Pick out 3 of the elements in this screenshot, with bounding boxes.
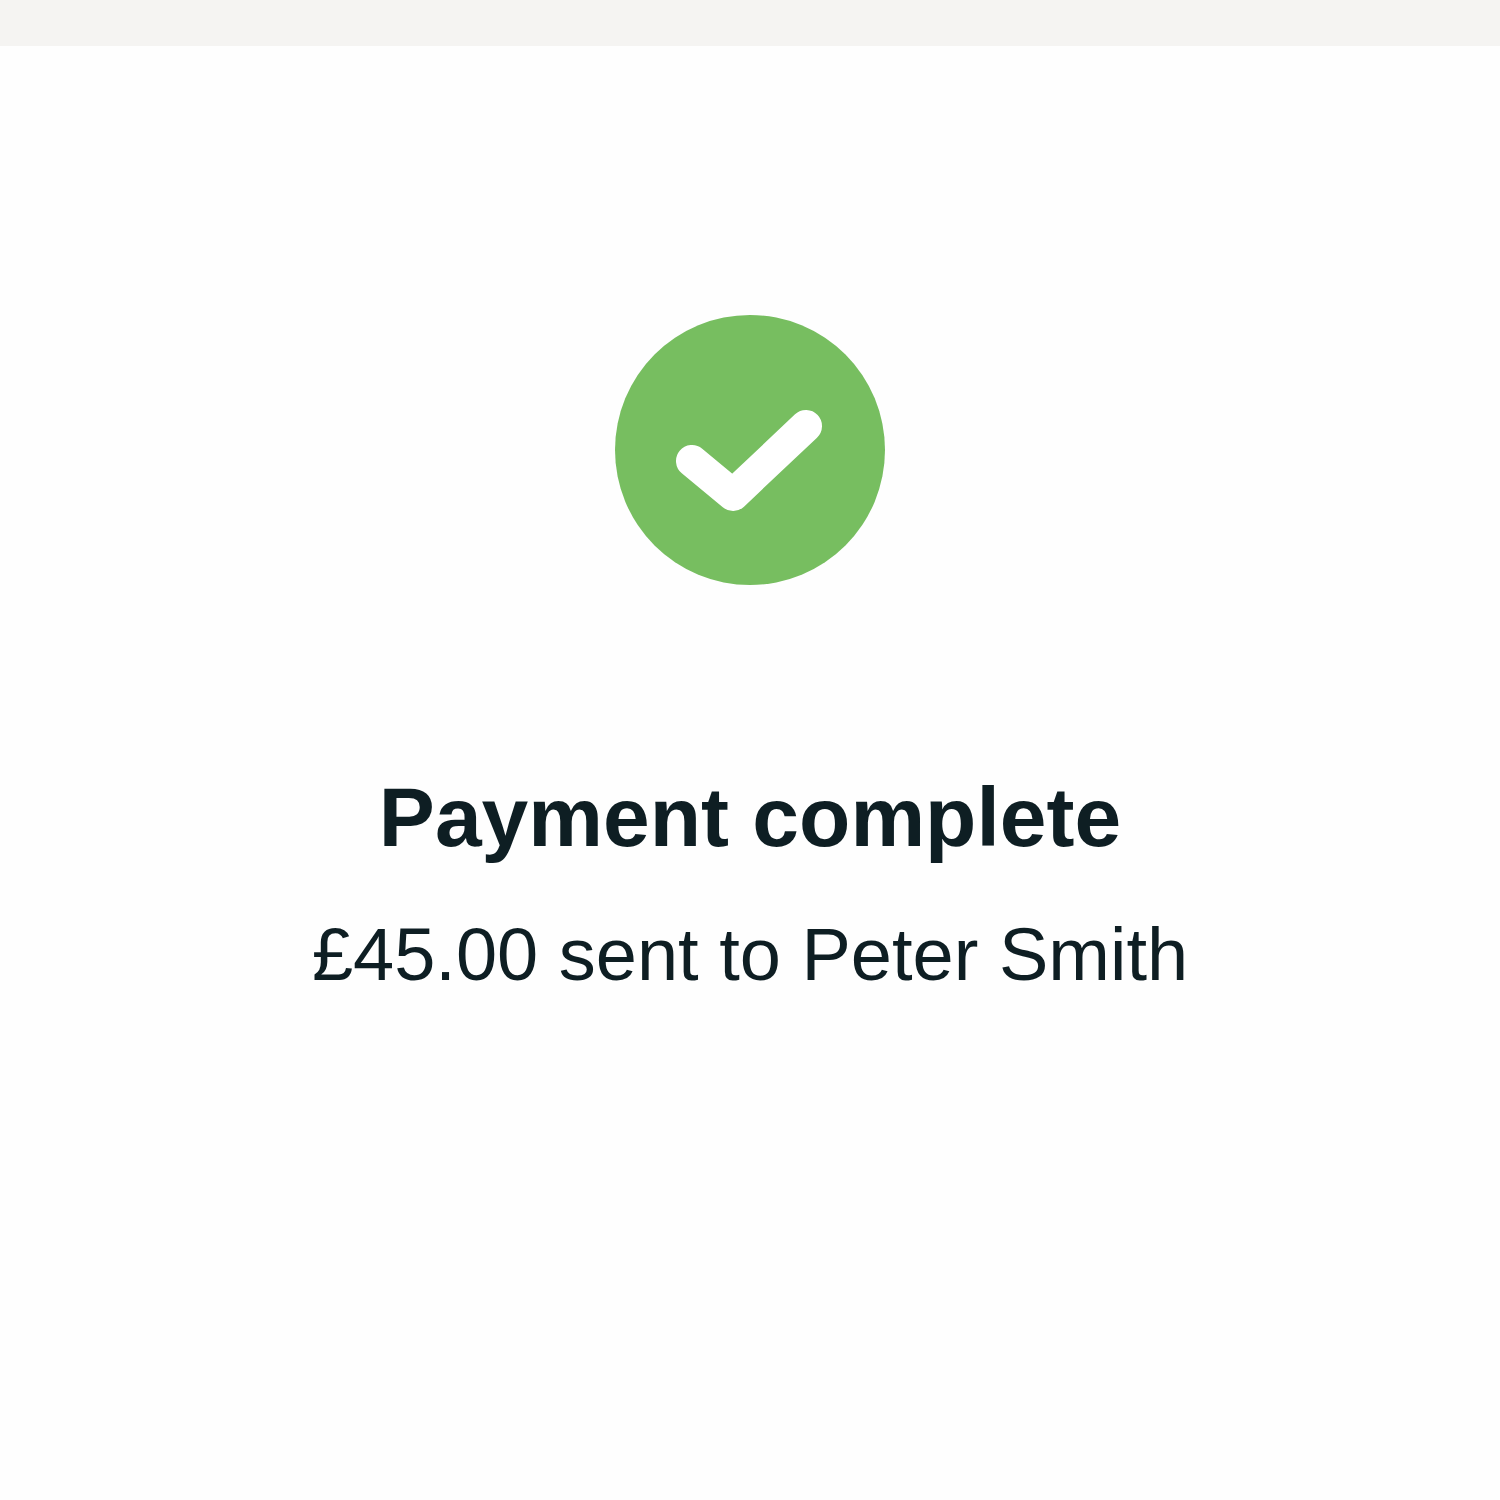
payment-title: Payment complete bbox=[378, 769, 1122, 866]
success-check-icon bbox=[615, 315, 885, 585]
payment-message: £45.00 sent to Peter Smith bbox=[311, 911, 1189, 997]
